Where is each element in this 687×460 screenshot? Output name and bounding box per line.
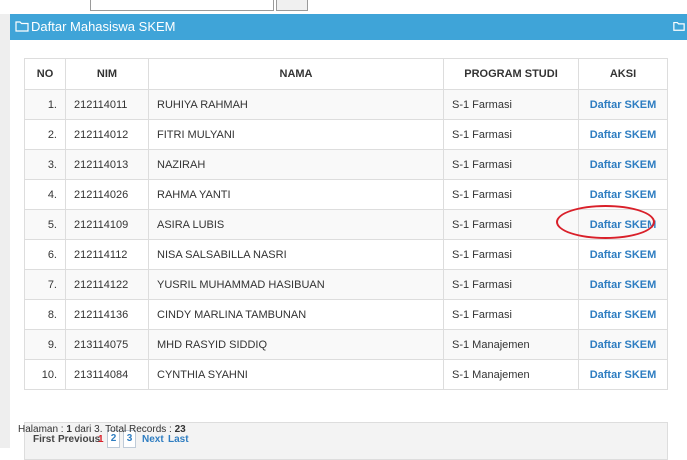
- pagination-first[interactable]: First: [33, 434, 55, 445]
- cell-nim: 212114013: [65, 149, 149, 180]
- of-label: dari: [74, 424, 92, 435]
- daftar-skem-link[interactable]: Daftar SKEM: [590, 339, 657, 351]
- total-pages: 3.: [94, 424, 103, 435]
- cell-no: 3.: [24, 149, 66, 180]
- cell-nama: RAHMA YANTI: [148, 179, 444, 210]
- daftar-skem-link[interactable]: Daftar SKEM: [590, 309, 657, 321]
- daftar-skem-link[interactable]: Daftar SKEM: [590, 189, 657, 201]
- cell-nim: 212114012: [65, 119, 149, 150]
- daftar-skem-link[interactable]: Daftar SKEM: [590, 99, 657, 111]
- cell-nama: CYNTHIA SYAHNI: [148, 359, 444, 390]
- table-row: 7. 212114122 YUSRIL MUHAMMAD HASIBUAN S-…: [24, 269, 668, 300]
- cell-no: 5.: [24, 209, 66, 240]
- cell-program-studi: S-1 Farmasi: [443, 149, 579, 180]
- daftar-skem-link[interactable]: Daftar SKEM: [590, 369, 657, 381]
- col-header-nim: NIM: [65, 58, 149, 90]
- table-row: 1. 212114011 RUHIYA RAHMAH S-1 Farmasi D…: [24, 89, 668, 120]
- cell-program-studi: S-1 Farmasi: [443, 239, 579, 270]
- table-row: 5. 212114109 ASIRA LUBIS S-1 Farmasi Daf…: [24, 209, 668, 240]
- pagination-previous[interactable]: Previous: [58, 434, 100, 445]
- cell-nama: MHD RASYID SIDDIQ: [148, 329, 444, 360]
- cell-no: 8.: [24, 299, 66, 330]
- cell-nama: FITRI MULYANI: [148, 119, 444, 150]
- cell-program-studi: S-1 Farmasi: [443, 269, 579, 300]
- cell-nama: ASIRA LUBIS: [148, 209, 444, 240]
- cell-nim: 213114075: [65, 329, 149, 360]
- col-header-nama: NAMA: [148, 58, 444, 90]
- cell-nim: 212114136: [65, 299, 149, 330]
- page-label: Halaman :: [18, 424, 64, 435]
- collapse-folder-icon[interactable]: [673, 20, 685, 32]
- current-page-number: 1: [66, 424, 72, 435]
- cell-program-studi: S-1 Farmasi: [443, 209, 579, 240]
- daftar-skem-link[interactable]: Daftar SKEM: [590, 219, 657, 231]
- cell-nim: 212114026: [65, 179, 149, 210]
- pagination-next[interactable]: Next: [142, 434, 164, 445]
- cell-no: 10.: [24, 359, 66, 390]
- cell-program-studi: S-1 Manajemen: [443, 359, 579, 390]
- table-header-row: NO NIM NAMA PROGRAM STUDI AKSI: [24, 58, 668, 90]
- records-summary: Halaman : 1 dari 3. Total Records : 23: [18, 424, 186, 435]
- pagination-current-page: 1: [98, 434, 104, 445]
- panel-title: Daftar Mahasiswa SKEM: [31, 19, 176, 34]
- daftar-skem-link[interactable]: Daftar SKEM: [590, 159, 657, 171]
- cell-no: 9.: [24, 329, 66, 360]
- cell-nama: RUHIYA RAHMAH: [148, 89, 444, 120]
- cell-nama: NAZIRAH: [148, 149, 444, 180]
- top-search-button[interactable]: [276, 0, 308, 11]
- total-records: 23: [174, 424, 186, 435]
- cell-no: 1.: [24, 89, 66, 120]
- cell-no: 6.: [24, 239, 66, 270]
- col-header-program-studi: PROGRAM STUDI: [443, 58, 579, 90]
- cell-nama: YUSRIL MUHAMMAD HASIBUAN: [148, 269, 444, 300]
- cell-program-studi: S-1 Farmasi: [443, 119, 579, 150]
- student-list-panel: Daftar Mahasiswa SKEM NO NIM NAMA PROGRA…: [0, 14, 687, 460]
- pagination-last[interactable]: Last: [168, 434, 189, 445]
- col-header-aksi: AKSI: [578, 58, 668, 90]
- daftar-skem-link[interactable]: Daftar SKEM: [590, 279, 657, 291]
- student-table: NO NIM NAMA PROGRAM STUDI AKSI 1. 212114…: [24, 58, 668, 390]
- top-search-input[interactable]: [90, 0, 274, 11]
- cell-program-studi: S-1 Farmasi: [443, 179, 579, 210]
- cell-nama: CINDY MARLINA TAMBUNAN: [148, 299, 444, 330]
- cell-nama: NISA SALSABILLA NASRI: [148, 239, 444, 270]
- cell-nim: 212114109: [65, 209, 149, 240]
- cell-nim: 212114011: [65, 89, 149, 120]
- cell-no: 7.: [24, 269, 66, 300]
- table-row: 10. 213114084 CYNTHIA SYAHNI S-1 Manajem…: [24, 359, 668, 390]
- table-row: 3. 212114013 NAZIRAH S-1 Farmasi Daftar …: [24, 149, 668, 180]
- cell-nim: 212114122: [65, 269, 149, 300]
- table-row: 6. 212114112 NISA SALSABILLA NASRI S-1 F…: [24, 239, 668, 270]
- folder-icon: [15, 21, 29, 32]
- panel-header: Daftar Mahasiswa SKEM: [10, 14, 687, 40]
- table-row: 9. 213114075 MHD RASYID SIDDIQ S-1 Manaj…: [24, 329, 668, 360]
- table-row: 8. 212114136 CINDY MARLINA TAMBUNAN S-1 …: [24, 299, 668, 330]
- table-row: 4. 212114026 RAHMA YANTI S-1 Farmasi Daf…: [24, 179, 668, 210]
- cell-nim: 213114084: [65, 359, 149, 390]
- top-toolbar-strip: [0, 0, 687, 14]
- cell-nim: 212114112: [65, 239, 149, 270]
- records-label: Total Records :: [105, 424, 172, 435]
- cell-program-studi: S-1 Farmasi: [443, 89, 579, 120]
- cell-program-studi: S-1 Farmasi: [443, 299, 579, 330]
- cell-no: 2.: [24, 119, 66, 150]
- daftar-skem-link[interactable]: Daftar SKEM: [590, 249, 657, 261]
- panel-body: NO NIM NAMA PROGRAM STUDI AKSI 1. 212114…: [10, 40, 687, 460]
- col-header-no: NO: [24, 58, 66, 90]
- cell-program-studi: S-1 Manajemen: [443, 329, 579, 360]
- cell-no: 4.: [24, 179, 66, 210]
- table-row: 2. 212114012 FITRI MULYANI S-1 Farmasi D…: [24, 119, 668, 150]
- daftar-skem-link[interactable]: Daftar SKEM: [590, 129, 657, 141]
